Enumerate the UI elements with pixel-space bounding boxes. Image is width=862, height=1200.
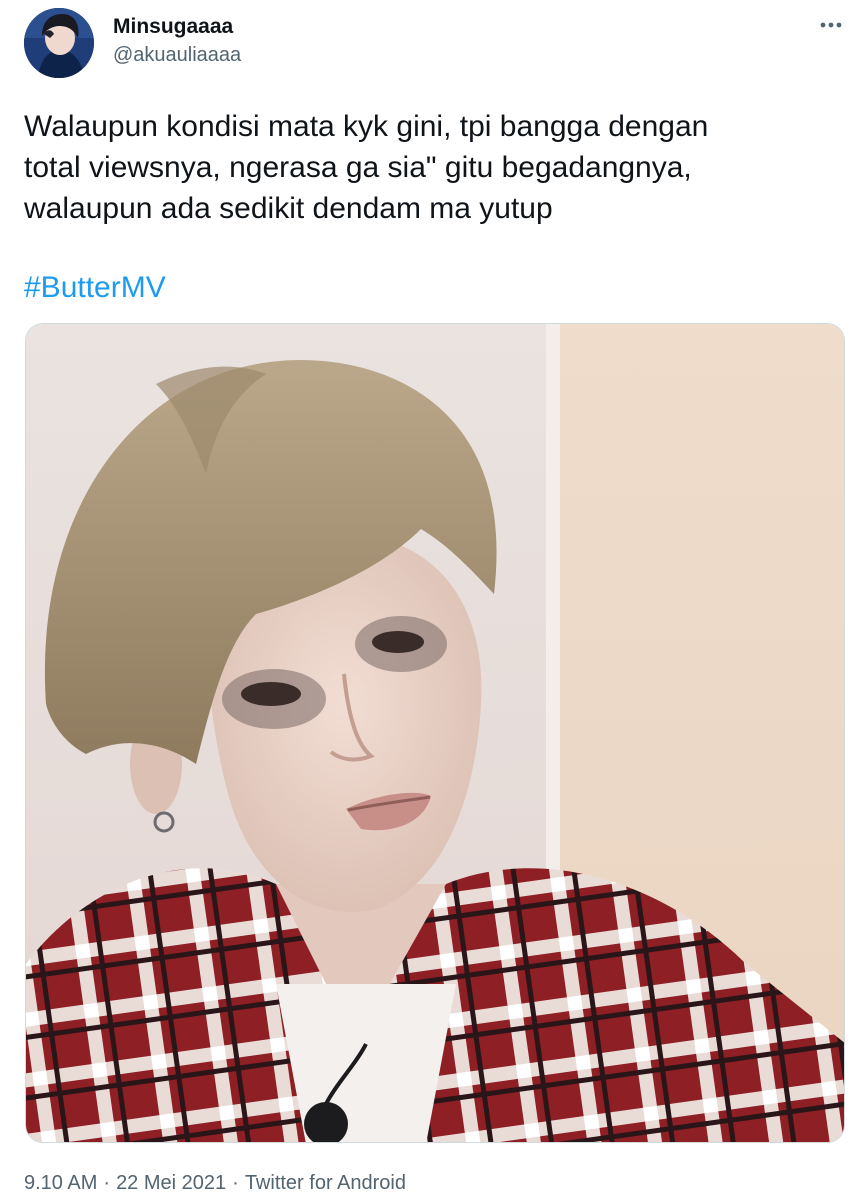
tweet-text-line: total viewsnya, ngerasa ga sia" gitu beg… (24, 151, 692, 184)
tweet-text: Walaupun kondisi mata kyk gini, tpi bang… (24, 106, 824, 229)
meta-separator: · (103, 1172, 111, 1194)
tweet-date[interactable]: 22 Mei 2021 (116, 1172, 226, 1194)
tweet-photo[interactable] (25, 323, 845, 1143)
author-info: Minsugaaaa @akuauliaaaa (113, 14, 241, 68)
tweet-text-line: walaupun ada sedikit dendam ma yutup (24, 192, 553, 225)
author-display-name[interactable]: Minsugaaaa (113, 14, 241, 40)
author-handle[interactable]: @akuauliaaaa (113, 42, 241, 68)
tweet-text-line: Walaupun kondisi mata kyk gini, tpi bang… (24, 110, 709, 143)
hashtag-link[interactable]: #ButterMV (24, 268, 166, 308)
more-horizontal-icon (820, 22, 842, 28)
tweet-card: Minsugaaaa @akuauliaaaa Walaupun kondisi… (0, 0, 862, 1200)
photo-image (26, 324, 844, 1142)
tweet-source[interactable]: Twitter for Android (245, 1172, 406, 1194)
more-options-button[interactable] (814, 10, 848, 40)
avatar[interactable] (24, 8, 94, 78)
meta-separator: · (232, 1172, 239, 1194)
tweet-meta: 9.10 AM · 22 Mei 2021 · Twitter for Android (24, 1170, 406, 1196)
avatar-image (24, 8, 94, 78)
tweet-time[interactable]: 9.10 AM (24, 1172, 97, 1194)
